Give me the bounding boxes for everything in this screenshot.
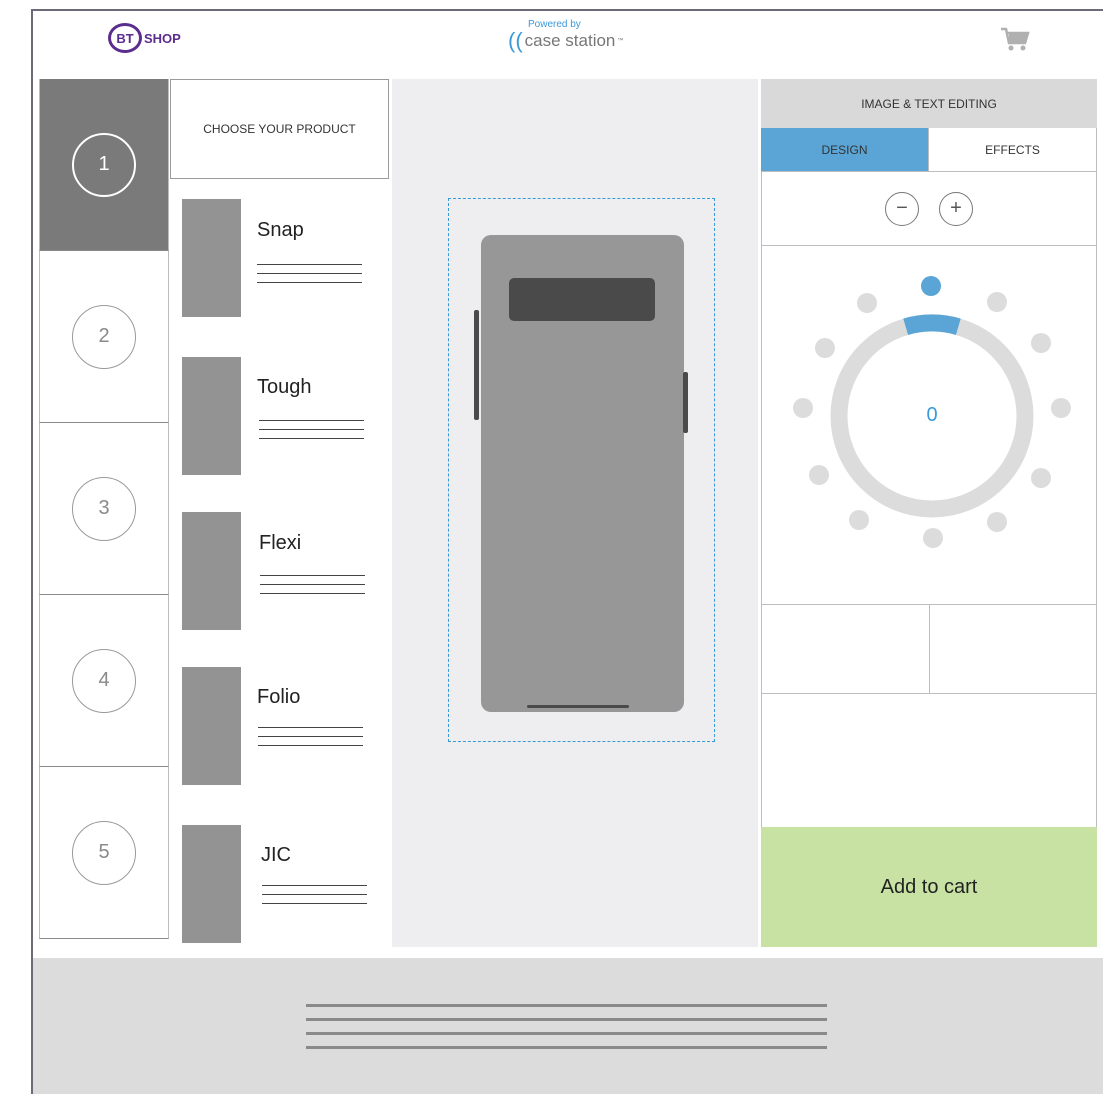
product-label-jic[interactable]: JIC bbox=[261, 844, 291, 867]
option-cell-left[interactable] bbox=[762, 605, 930, 693]
powered-by-case-station: Powered by (( case station ™ bbox=[508, 20, 623, 52]
step-4[interactable]: 4 bbox=[39, 595, 169, 767]
zoom-controls: − + bbox=[761, 172, 1097, 246]
product-description-lines bbox=[257, 264, 362, 291]
step-number: 3 bbox=[72, 476, 136, 541]
dial-handle[interactable] bbox=[921, 276, 941, 296]
product-thumbnail-jic[interactable] bbox=[182, 825, 241, 943]
add-to-cart-button[interactable]: Add to cart bbox=[761, 827, 1097, 947]
product-thumbnail-tough[interactable] bbox=[182, 357, 241, 475]
product-description-lines bbox=[259, 420, 364, 447]
step-number: 2 bbox=[72, 304, 136, 369]
step-5[interactable]: 5 bbox=[39, 767, 169, 939]
product-thumbnail-flexi[interactable] bbox=[182, 512, 241, 630]
product-thumbnail-folio[interactable] bbox=[182, 667, 241, 785]
product-description-lines bbox=[260, 575, 365, 602]
powered-by-text: Powered by bbox=[528, 19, 581, 30]
product-list: CHOOSE YOUR PRODUCT Snap Tough Flexi Fol… bbox=[170, 79, 389, 947]
minus-icon[interactable]: − bbox=[885, 191, 919, 226]
tab-design[interactable]: DESIGN bbox=[761, 128, 929, 171]
bt-shop-logo[interactable]: BT SHOP bbox=[108, 23, 181, 53]
rotation-value: 0 bbox=[926, 404, 938, 426]
footer-text-lines bbox=[306, 1004, 827, 1060]
product-description-lines bbox=[258, 727, 363, 754]
phone-case-preview[interactable] bbox=[481, 235, 684, 712]
options-area bbox=[761, 694, 1097, 827]
plus-icon[interactable]: + bbox=[939, 191, 973, 226]
phone-side-button-right bbox=[683, 372, 688, 433]
step-1[interactable]: 1 bbox=[39, 79, 169, 251]
product-label-flexi[interactable]: Flexi bbox=[259, 532, 301, 555]
tab-effects[interactable]: EFFECTS bbox=[929, 128, 1097, 171]
bt-logo-icon: BT bbox=[108, 23, 142, 53]
footer bbox=[33, 958, 1103, 1094]
step-number: 1 bbox=[72, 132, 136, 197]
product-label-tough[interactable]: Tough bbox=[257, 376, 312, 399]
choose-product-title: CHOOSE YOUR PRODUCT bbox=[170, 79, 389, 179]
step-number: 5 bbox=[72, 820, 136, 885]
product-label-folio[interactable]: Folio bbox=[257, 686, 300, 709]
design-canvas[interactable] bbox=[392, 79, 758, 947]
cart-icon[interactable] bbox=[1000, 27, 1030, 58]
step-navigation: 1 2 3 4 5 bbox=[39, 79, 169, 939]
trademark: ™ bbox=[617, 38, 624, 44]
phone-bottom-bar bbox=[527, 705, 629, 708]
step-3[interactable]: 3 bbox=[39, 423, 169, 595]
product-label-snap[interactable]: Snap bbox=[257, 219, 304, 242]
product-thumbnail-snap[interactable] bbox=[182, 199, 241, 317]
option-cells bbox=[761, 605, 1097, 694]
rotation-dial[interactable]: 0 bbox=[761, 246, 1097, 605]
brand-name: case station bbox=[524, 31, 616, 50]
step-number: 4 bbox=[72, 648, 136, 713]
phone-side-button-left bbox=[474, 310, 479, 420]
shop-label: SHOP bbox=[144, 30, 181, 46]
step-2[interactable]: 2 bbox=[39, 251, 169, 423]
product-description-lines bbox=[262, 885, 367, 912]
editor-panel: IMAGE & TEXT EDITING DESIGN EFFECTS − + … bbox=[761, 79, 1097, 947]
editor-title: IMAGE & TEXT EDITING bbox=[761, 79, 1097, 128]
editor-tabs: DESIGN EFFECTS bbox=[761, 128, 1097, 172]
camera-cutout bbox=[509, 278, 655, 321]
case-station-logo-icon: (( bbox=[508, 28, 523, 53]
option-cell-right[interactable] bbox=[930, 605, 1097, 693]
